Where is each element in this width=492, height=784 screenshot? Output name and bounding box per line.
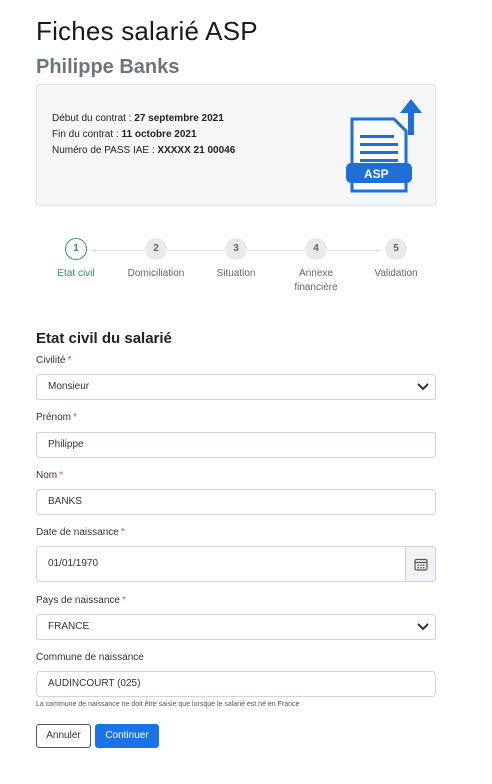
commune-naissance-input[interactable]: AUDINCOURT (025) <box>36 671 436 697</box>
pass-iae-line: Numéro de PASS IAE : XXXXX 21 00046 <box>52 143 235 159</box>
nom-label-text: Nom <box>36 470 58 481</box>
pass-iae-value: XXXXX 21 00046 <box>157 145 236 156</box>
required-marker: * <box>67 355 72 366</box>
step-label: Annexe financière <box>294 268 338 293</box>
contract-end-line: Fin du contrat : 11 octobre 2021 <box>52 127 235 143</box>
pays-naissance-label-text: Pays de naissance <box>36 595 120 606</box>
step-number: 3 <box>225 238 247 260</box>
cancel-button[interactable]: Annuler <box>36 724 91 748</box>
required-marker: * <box>73 412 77 423</box>
nom-input[interactable]: BANKS <box>36 489 436 515</box>
step-annexe-financiere[interactable]: 4 Annexe financière <box>271 238 361 295</box>
step-situation[interactable]: 3 Situation <box>191 238 281 281</box>
date-naissance-value: 01/01/1970 <box>48 558 99 569</box>
prenom-label-text: Prénom <box>36 412 72 423</box>
asp-document-icon: ASP <box>346 99 422 193</box>
section-title: Etat civil du salarié <box>36 330 172 347</box>
step-label: Validation <box>374 268 418 279</box>
prenom-input[interactable]: Philippe <box>36 432 436 458</box>
contract-end-value: 11 octobre 2021 <box>121 129 197 140</box>
calendar-icon <box>414 558 428 571</box>
civilite-label: Civilité * <box>36 355 71 366</box>
contract-start-line: Début du contrat : 27 septembre 2021 <box>52 111 235 127</box>
prenom-label: Prénom * <box>36 412 77 423</box>
asp-badge-label: ASP <box>364 167 389 181</box>
chevron-down-icon <box>417 383 429 391</box>
prenom-value: Philippe <box>48 439 84 450</box>
date-naissance-input[interactable]: 01/01/1970 <box>36 546 436 582</box>
step-domiciliation[interactable]: 2 Domiciliation <box>111 238 201 281</box>
contract-details: Début du contrat : 27 septembre 2021 Fin… <box>52 111 235 159</box>
civilite-label-text: Civilité <box>36 355 66 366</box>
continue-button[interactable]: Continuer <box>95 724 159 748</box>
civilite-select[interactable]: Monsieur <box>36 374 436 400</box>
nom-value: BANKS <box>48 496 82 507</box>
nom-label: Nom * <box>36 470 63 481</box>
employee-name: Philippe Banks <box>36 56 180 78</box>
step-number: 1 <box>65 238 87 260</box>
page-title: Fiches salarié ASP <box>36 16 258 46</box>
commune-help-text: La commune de naissance ne doit être sai… <box>36 701 300 708</box>
step-label: Situation <box>216 268 256 279</box>
required-marker: * <box>120 527 125 538</box>
step-validation[interactable]: 5 Validation <box>351 238 441 281</box>
contract-end-label: Fin du contrat : <box>52 129 122 140</box>
date-naissance-label: Date de naissance * <box>36 527 125 538</box>
date-naissance-label-text: Date de naissance <box>36 527 119 538</box>
commune-naissance-value: AUDINCOURT (025) <box>48 678 141 689</box>
calendar-button[interactable] <box>405 547 435 581</box>
contract-start-value: 27 septembre 2021 <box>134 113 224 124</box>
chevron-down-icon <box>417 623 429 631</box>
contract-info-card: Début du contrat : 27 septembre 2021 Fin… <box>36 84 436 206</box>
pays-naissance-label: Pays de naissance * <box>36 595 126 606</box>
step-label: Domiciliation <box>127 268 185 279</box>
contract-start-label: Début du contrat : <box>52 113 135 124</box>
commune-naissance-label: Commune de naissance <box>36 652 144 663</box>
step-number: 4 <box>305 238 327 260</box>
step-etat-civil[interactable]: 1 Etat civil <box>31 238 121 281</box>
form-stepper: 1 Etat civil 2 Domiciliation 3 Situation… <box>36 238 436 298</box>
step-label: Etat civil <box>57 268 95 279</box>
pays-naissance-select[interactable]: FRANCE <box>36 614 436 640</box>
required-marker: * <box>59 470 64 481</box>
step-number: 5 <box>385 238 407 260</box>
step-number: 2 <box>145 238 167 260</box>
pays-naissance-value: FRANCE <box>48 621 90 632</box>
civilite-value: Monsieur <box>48 381 90 392</box>
required-marker: * <box>121 595 126 606</box>
pass-iae-label: Numéro de PASS IAE : <box>52 145 158 156</box>
